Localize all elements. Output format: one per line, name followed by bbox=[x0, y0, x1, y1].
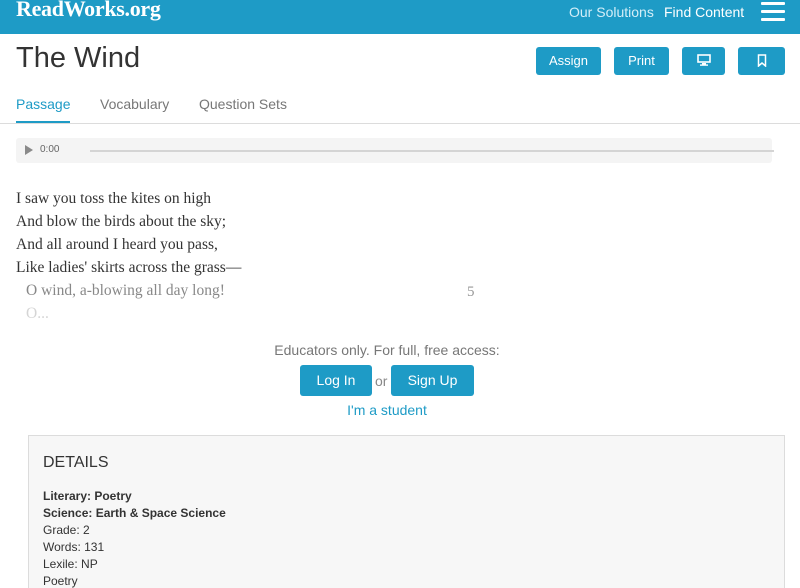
hamburger-icon[interactable] bbox=[761, 2, 785, 22]
poem-line: And all around I heard you pass, bbox=[16, 236, 218, 253]
audio-time: 0:00 bbox=[40, 144, 60, 155]
bookmark-button[interactable] bbox=[738, 47, 785, 75]
print-button[interactable]: Print bbox=[614, 47, 669, 75]
present-button[interactable] bbox=[682, 47, 725, 75]
readworks-logo[interactable]: ReadWorks.org bbox=[16, 0, 161, 22]
tab-vocabulary[interactable]: Vocabulary bbox=[100, 96, 169, 123]
article-header: The Wind Assign Print Passage Vocabulary… bbox=[0, 34, 800, 124]
tab-passage[interactable]: Passage bbox=[16, 96, 71, 123]
detail-science: Science: Earth & Space Science bbox=[43, 506, 226, 520]
details-panel: DETAILS Literary: Poetry Science: Earth … bbox=[28, 435, 785, 588]
assign-button[interactable]: Assign bbox=[536, 47, 601, 75]
play-icon[interactable] bbox=[25, 145, 33, 155]
poem-line: And blow the birds about the sky; bbox=[16, 213, 227, 230]
nav-our-solutions[interactable]: Our Solutions bbox=[569, 4, 654, 20]
detail-grade: Grade: 2 bbox=[43, 523, 90, 537]
audio-player: 0:00 bbox=[16, 138, 774, 163]
bookmark-icon bbox=[757, 53, 766, 68]
nav-find-content[interactable]: Find Content bbox=[664, 4, 744, 20]
audio-progress-track[interactable] bbox=[90, 150, 774, 152]
poem-line-faded: O... bbox=[26, 305, 49, 322]
top-navbar: ReadWorks.org Our Solutions Find Content bbox=[0, 0, 800, 34]
poem-line: I saw you toss the kites on high bbox=[16, 190, 212, 207]
detail-genre: Poetry bbox=[43, 574, 78, 588]
poem-line-number: 5 bbox=[467, 284, 475, 300]
tab-question-sets[interactable]: Question Sets bbox=[199, 96, 287, 123]
student-link[interactable]: I'm a student bbox=[0, 402, 774, 418]
poem-line: Like ladies' skirts across the grass— bbox=[16, 259, 242, 276]
detail-lexile: Lexile: NP bbox=[43, 557, 98, 571]
detail-literary: Literary: Poetry bbox=[43, 489, 132, 503]
monitor-icon bbox=[696, 54, 711, 66]
details-title: DETAILS bbox=[43, 454, 109, 471]
access-message: Educators only. For full, free access: bbox=[274, 342, 500, 358]
page-title: The Wind bbox=[16, 42, 141, 74]
log-in-button[interactable]: Log In bbox=[300, 365, 372, 396]
detail-words: Words: 131 bbox=[43, 540, 105, 554]
poem-line-faded: O wind, a-blowing all day long! bbox=[26, 282, 225, 299]
sign-up-button[interactable]: Sign Up bbox=[391, 365, 474, 396]
or-label: or bbox=[375, 373, 388, 389]
